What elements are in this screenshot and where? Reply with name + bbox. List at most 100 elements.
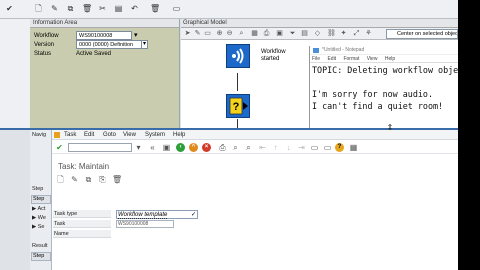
nav-item-step[interactable]: Step <box>32 185 43 193</box>
link-icon[interactable]: ⛓ <box>327 30 336 37</box>
notepad-menu-help[interactable]: Help <box>385 56 395 62</box>
nav-item-result[interactable]: Result <box>32 242 48 250</box>
node-label-line2: started <box>261 56 280 62</box>
workflow-started-label: Workflow started <box>261 49 286 63</box>
enter-checkmark-icon[interactable]: ✔ <box>55 143 64 152</box>
question-step-icon: ? <box>229 97 248 115</box>
menu-system[interactable]: System <box>145 130 165 140</box>
window-icon[interactable]: ▭ <box>172 4 181 14</box>
navigation-area: Navig Step Step ▶ Act ▶ We ▶ Se Result S… <box>30 130 52 270</box>
command-field[interactable] <box>68 143 132 152</box>
copy-icon[interactable]: ⧉ <box>66 4 75 14</box>
workflow-value: WS90100008 <box>79 33 113 39</box>
notepad-menu-view[interactable]: View <box>367 56 378 62</box>
name-input[interactable] <box>116 230 117 238</box>
sap-menu-icon[interactable] <box>54 132 60 138</box>
signal-icon <box>232 48 244 64</box>
create-icon[interactable]: 🗋 <box>56 175 65 184</box>
menu-goto[interactable]: Goto <box>103 130 116 140</box>
notepad-menubar: File Edit Format View Help <box>310 55 458 63</box>
last-page-icon[interactable]: ⇥ <box>297 143 306 152</box>
left-navigation-strip <box>0 19 30 129</box>
first-page-icon[interactable]: ⇤ <box>258 143 267 152</box>
layout-icon[interactable]: ▣ <box>276 30 283 37</box>
notepad-titlebar: *Untitled - Notepad <box>310 46 458 55</box>
command-dropdown-icon[interactable]: ▾ <box>134 143 143 152</box>
grid-icon[interactable]: ▦ <box>251 30 258 37</box>
nav-item-step2-box[interactable]: Step <box>31 252 51 261</box>
menu-task[interactable]: Task <box>64 130 76 140</box>
notepad-line-3: I'm sorry for now audio. <box>312 89 434 99</box>
cancel-icon[interactable]: × <box>202 143 211 152</box>
workflow-field[interactable]: WS90100008 <box>76 31 132 40</box>
help-icon[interactable]: ? <box>335 143 344 152</box>
layout-menu-icon[interactable]: ▦ <box>349 143 358 152</box>
task-type-select[interactable]: Workflow template ✓ <box>116 210 198 219</box>
version-chevron-icon[interactable]: ▾ <box>141 40 148 49</box>
node-icon[interactable]: ◇ <box>314 30 321 37</box>
exit-icon[interactable]: ^ <box>189 143 198 152</box>
filter-icon[interactable]: ⏷ <box>289 30 296 37</box>
notepad-window[interactable]: *Untitled - Notepad File Edit Format Vie… <box>309 46 458 130</box>
cut-icon[interactable]: ✂ <box>98 4 107 14</box>
undefined-step-node[interactable]: ? <box>226 94 250 118</box>
new-session-icon[interactable]: ▭ <box>310 143 319 152</box>
notepad-text-area[interactable]: TOPIC: Deleting workflow objects I'm sor… <box>310 63 458 112</box>
application-toolbar: 🗋 ✎ ⧉ ⎘ 🗑 <box>52 174 458 185</box>
new-document-icon[interactable]: 🗋 <box>34 4 43 14</box>
workflow-started-node[interactable] <box>226 44 250 68</box>
notepad-menu-file[interactable]: File <box>312 56 320 62</box>
menu-view[interactable]: View <box>123 130 136 140</box>
display-icon[interactable]: ⧉ <box>84 175 93 184</box>
prev-page-icon[interactable]: ↑ <box>271 143 280 152</box>
paste-icon[interactable]: ▤ <box>114 4 123 14</box>
print-icon[interactable]: ⎙ <box>263 30 270 37</box>
select-icon[interactable]: ▭ <box>204 30 211 37</box>
task-input[interactable]: WS90100008 <box>116 220 174 228</box>
edit-icon[interactable]: ✎ <box>50 4 59 14</box>
trash-icon[interactable]: 🗑 <box>150 4 160 14</box>
find-icon[interactable]: ⌕ <box>231 143 240 152</box>
shortcut-icon[interactable]: ▭ <box>323 143 332 152</box>
expand-icon[interactable]: ⤢ <box>353 30 360 37</box>
task-label: Task <box>53 220 111 228</box>
back-arrows-icon[interactable]: « <box>148 143 157 152</box>
nav-item-step-box[interactable]: Step <box>31 195 51 204</box>
nav-item-navigation[interactable]: Navig <box>32 131 46 139</box>
version-select[interactable]: 0000 (0000) Definition <box>76 40 146 49</box>
nav-item-we[interactable]: ▶ We <box>32 214 46 222</box>
dialog-system-toolbar: ✔ ▾ « ▣ ‹ ^ × ⎙ ⌕ ⌕ ⇤ ↑ ↓ ⇥ ▭ ▭ ? ▦ <box>52 141 458 154</box>
notepad-line-2 <box>312 76 458 88</box>
pin-icon[interactable]: ✦ <box>340 30 347 37</box>
find-next-icon[interactable]: ⌕ <box>244 143 253 152</box>
undo-icon[interactable]: ↶ <box>130 4 139 14</box>
arrow-icon[interactable]: ➤ <box>184 30 191 37</box>
change-icon[interactable]: ✎ <box>70 175 79 184</box>
zoom-in-icon[interactable]: ⊕ <box>216 30 223 37</box>
tree-icon[interactable]: ⚘ <box>365 30 372 37</box>
save-icon[interactable]: ▣ <box>162 143 171 152</box>
menu-edit[interactable]: Edit <box>84 130 94 140</box>
connector-line <box>237 73 238 91</box>
center-on-selected-select[interactable]: Center on selected objec <box>386 29 458 39</box>
delete-icon[interactable]: 🗑 <box>82 4 92 14</box>
chevron-down-icon[interactable]: ▾ <box>134 31 138 40</box>
copy-task-icon[interactable]: ⎘ <box>98 175 107 184</box>
nav-item-act[interactable]: ▶ Act <box>32 205 45 213</box>
zoom-out-icon[interactable]: ⊖ <box>226 30 233 37</box>
next-page-icon[interactable]: ↓ <box>284 143 293 152</box>
print-icon[interactable]: ⎙ <box>218 143 227 152</box>
notepad-menu-format[interactable]: Format <box>343 56 359 62</box>
menu-help[interactable]: Help <box>173 130 185 140</box>
checkmark-icon[interactable]: ✔ <box>5 4 14 14</box>
black-edge <box>458 0 480 270</box>
nav-item-se[interactable]: ▶ Se <box>32 223 45 231</box>
pencil-icon[interactable]: ✎ <box>194 30 201 37</box>
search-icon[interactable]: ⌕ <box>238 30 245 37</box>
doc-icon[interactable]: ▤ <box>301 30 308 37</box>
status-value: Active Saved <box>76 51 112 57</box>
back-icon[interactable]: ‹ <box>176 143 185 152</box>
delete-task-icon[interactable]: 🗑 <box>112 175 122 184</box>
notepad-menu-edit[interactable]: Edit <box>327 56 336 62</box>
nav-step2-label: Step <box>33 253 45 259</box>
